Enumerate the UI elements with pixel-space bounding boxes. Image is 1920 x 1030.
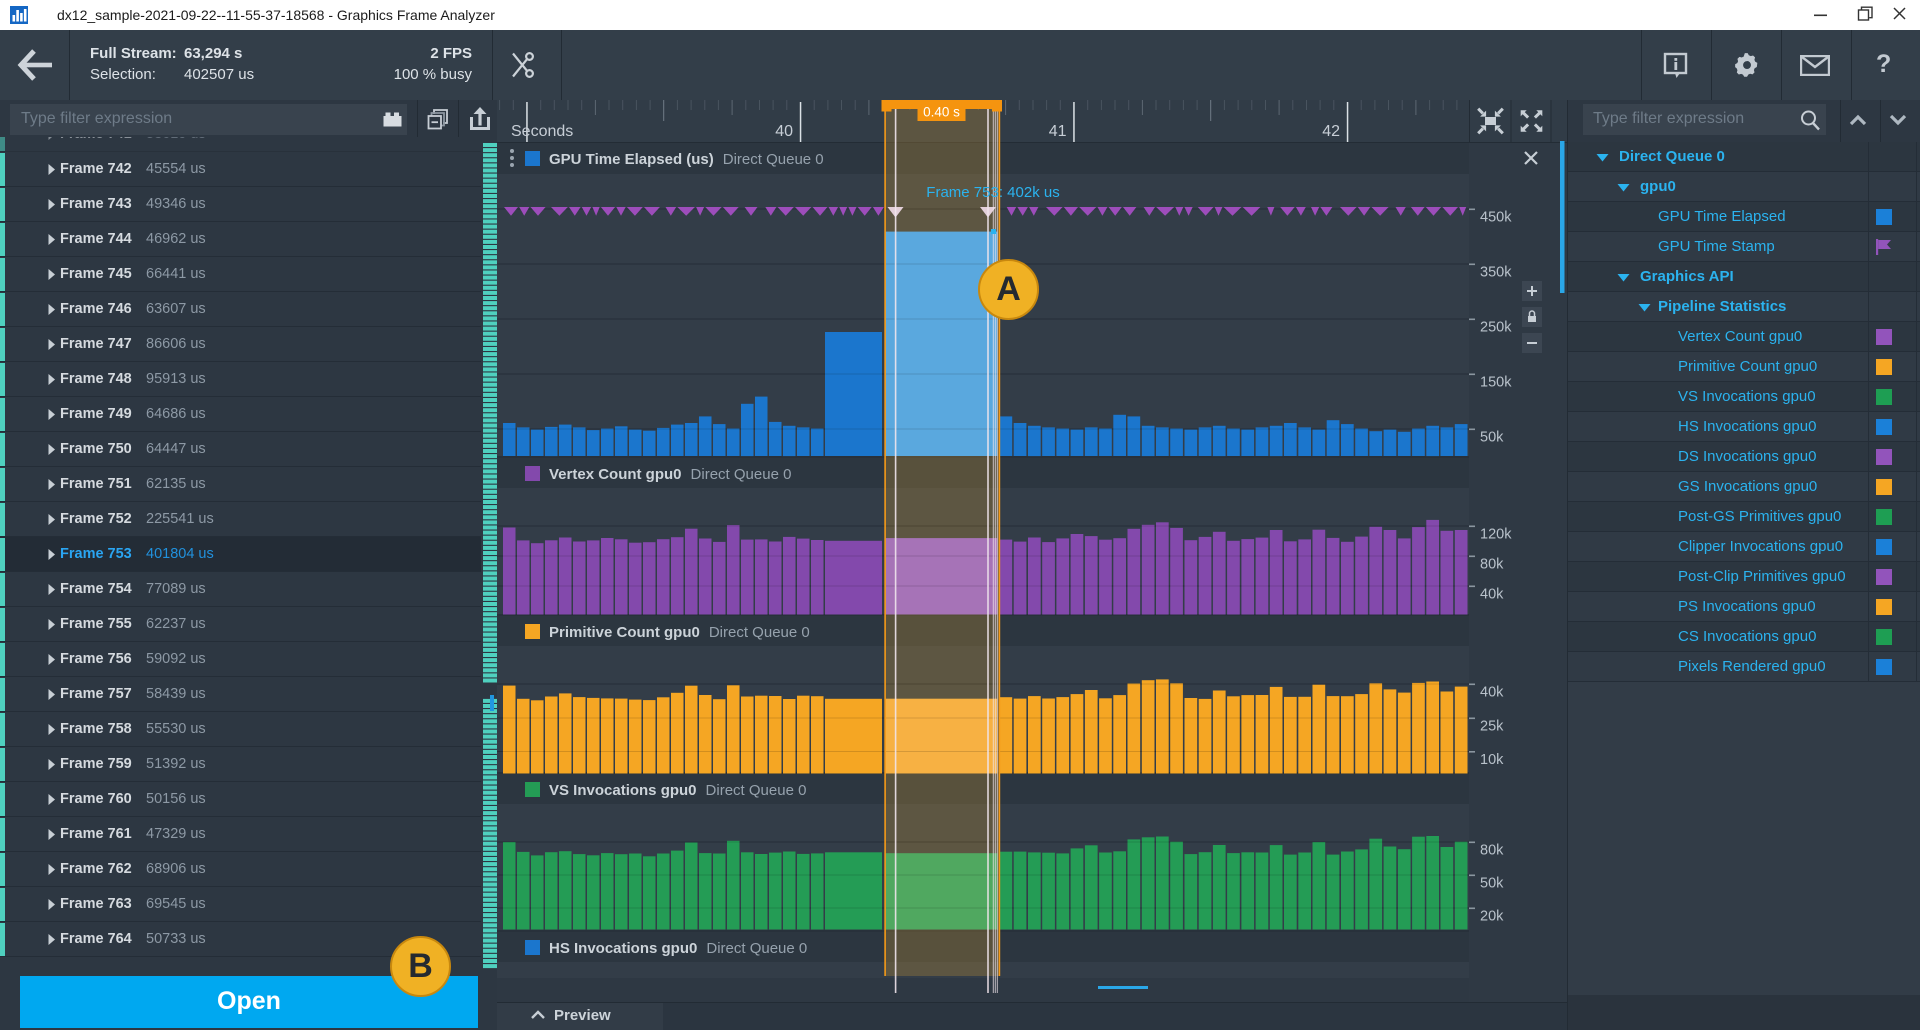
svg-text:80k: 80k — [1480, 557, 1504, 573]
svg-text:80k: 80k — [1480, 843, 1504, 859]
svg-text:350k: 350k — [1480, 265, 1512, 281]
svg-text:250k: 250k — [1480, 320, 1512, 336]
svg-text:Vertex Count gpu0Direct Queue: Vertex Count gpu0Direct Queue 0 — [549, 466, 791, 483]
svg-text:450k: 450k — [1480, 210, 1512, 226]
svg-text:0.40 s: 0.40 s — [923, 105, 960, 120]
svg-text:40k: 40k — [1480, 685, 1504, 701]
svg-text:20k: 20k — [1480, 909, 1504, 925]
svg-text:40: 40 — [775, 123, 793, 140]
svg-text:120k: 120k — [1480, 527, 1512, 543]
svg-text:150k: 150k — [1480, 375, 1512, 391]
svg-text:Primitive Count gpu0Direct Que: Primitive Count gpu0Direct Queue 0 — [549, 624, 810, 641]
svg-text:41: 41 — [1049, 123, 1067, 140]
svg-text:42: 42 — [1322, 123, 1340, 140]
svg-text:Frame 753: 402k us: Frame 753: 402k us — [926, 184, 1059, 201]
svg-text:10k: 10k — [1480, 752, 1504, 768]
svg-text:GPU Time Elapsed (us)Direct Qu: GPU Time Elapsed (us)Direct Queue 0 — [549, 151, 824, 168]
svg-text:VS Invocations gpu0Direct Queu: VS Invocations gpu0Direct Queue 0 — [549, 782, 806, 799]
svg-text:HS Invocations gpu0Direct Queu: HS Invocations gpu0Direct Queue 0 — [549, 940, 807, 957]
svg-text:25k: 25k — [1480, 719, 1504, 735]
svg-text:50k: 50k — [1480, 876, 1504, 892]
svg-text:40k: 40k — [1480, 587, 1504, 603]
svg-text:Seconds: Seconds — [511, 123, 573, 140]
svg-text:50k: 50k — [1480, 430, 1504, 446]
